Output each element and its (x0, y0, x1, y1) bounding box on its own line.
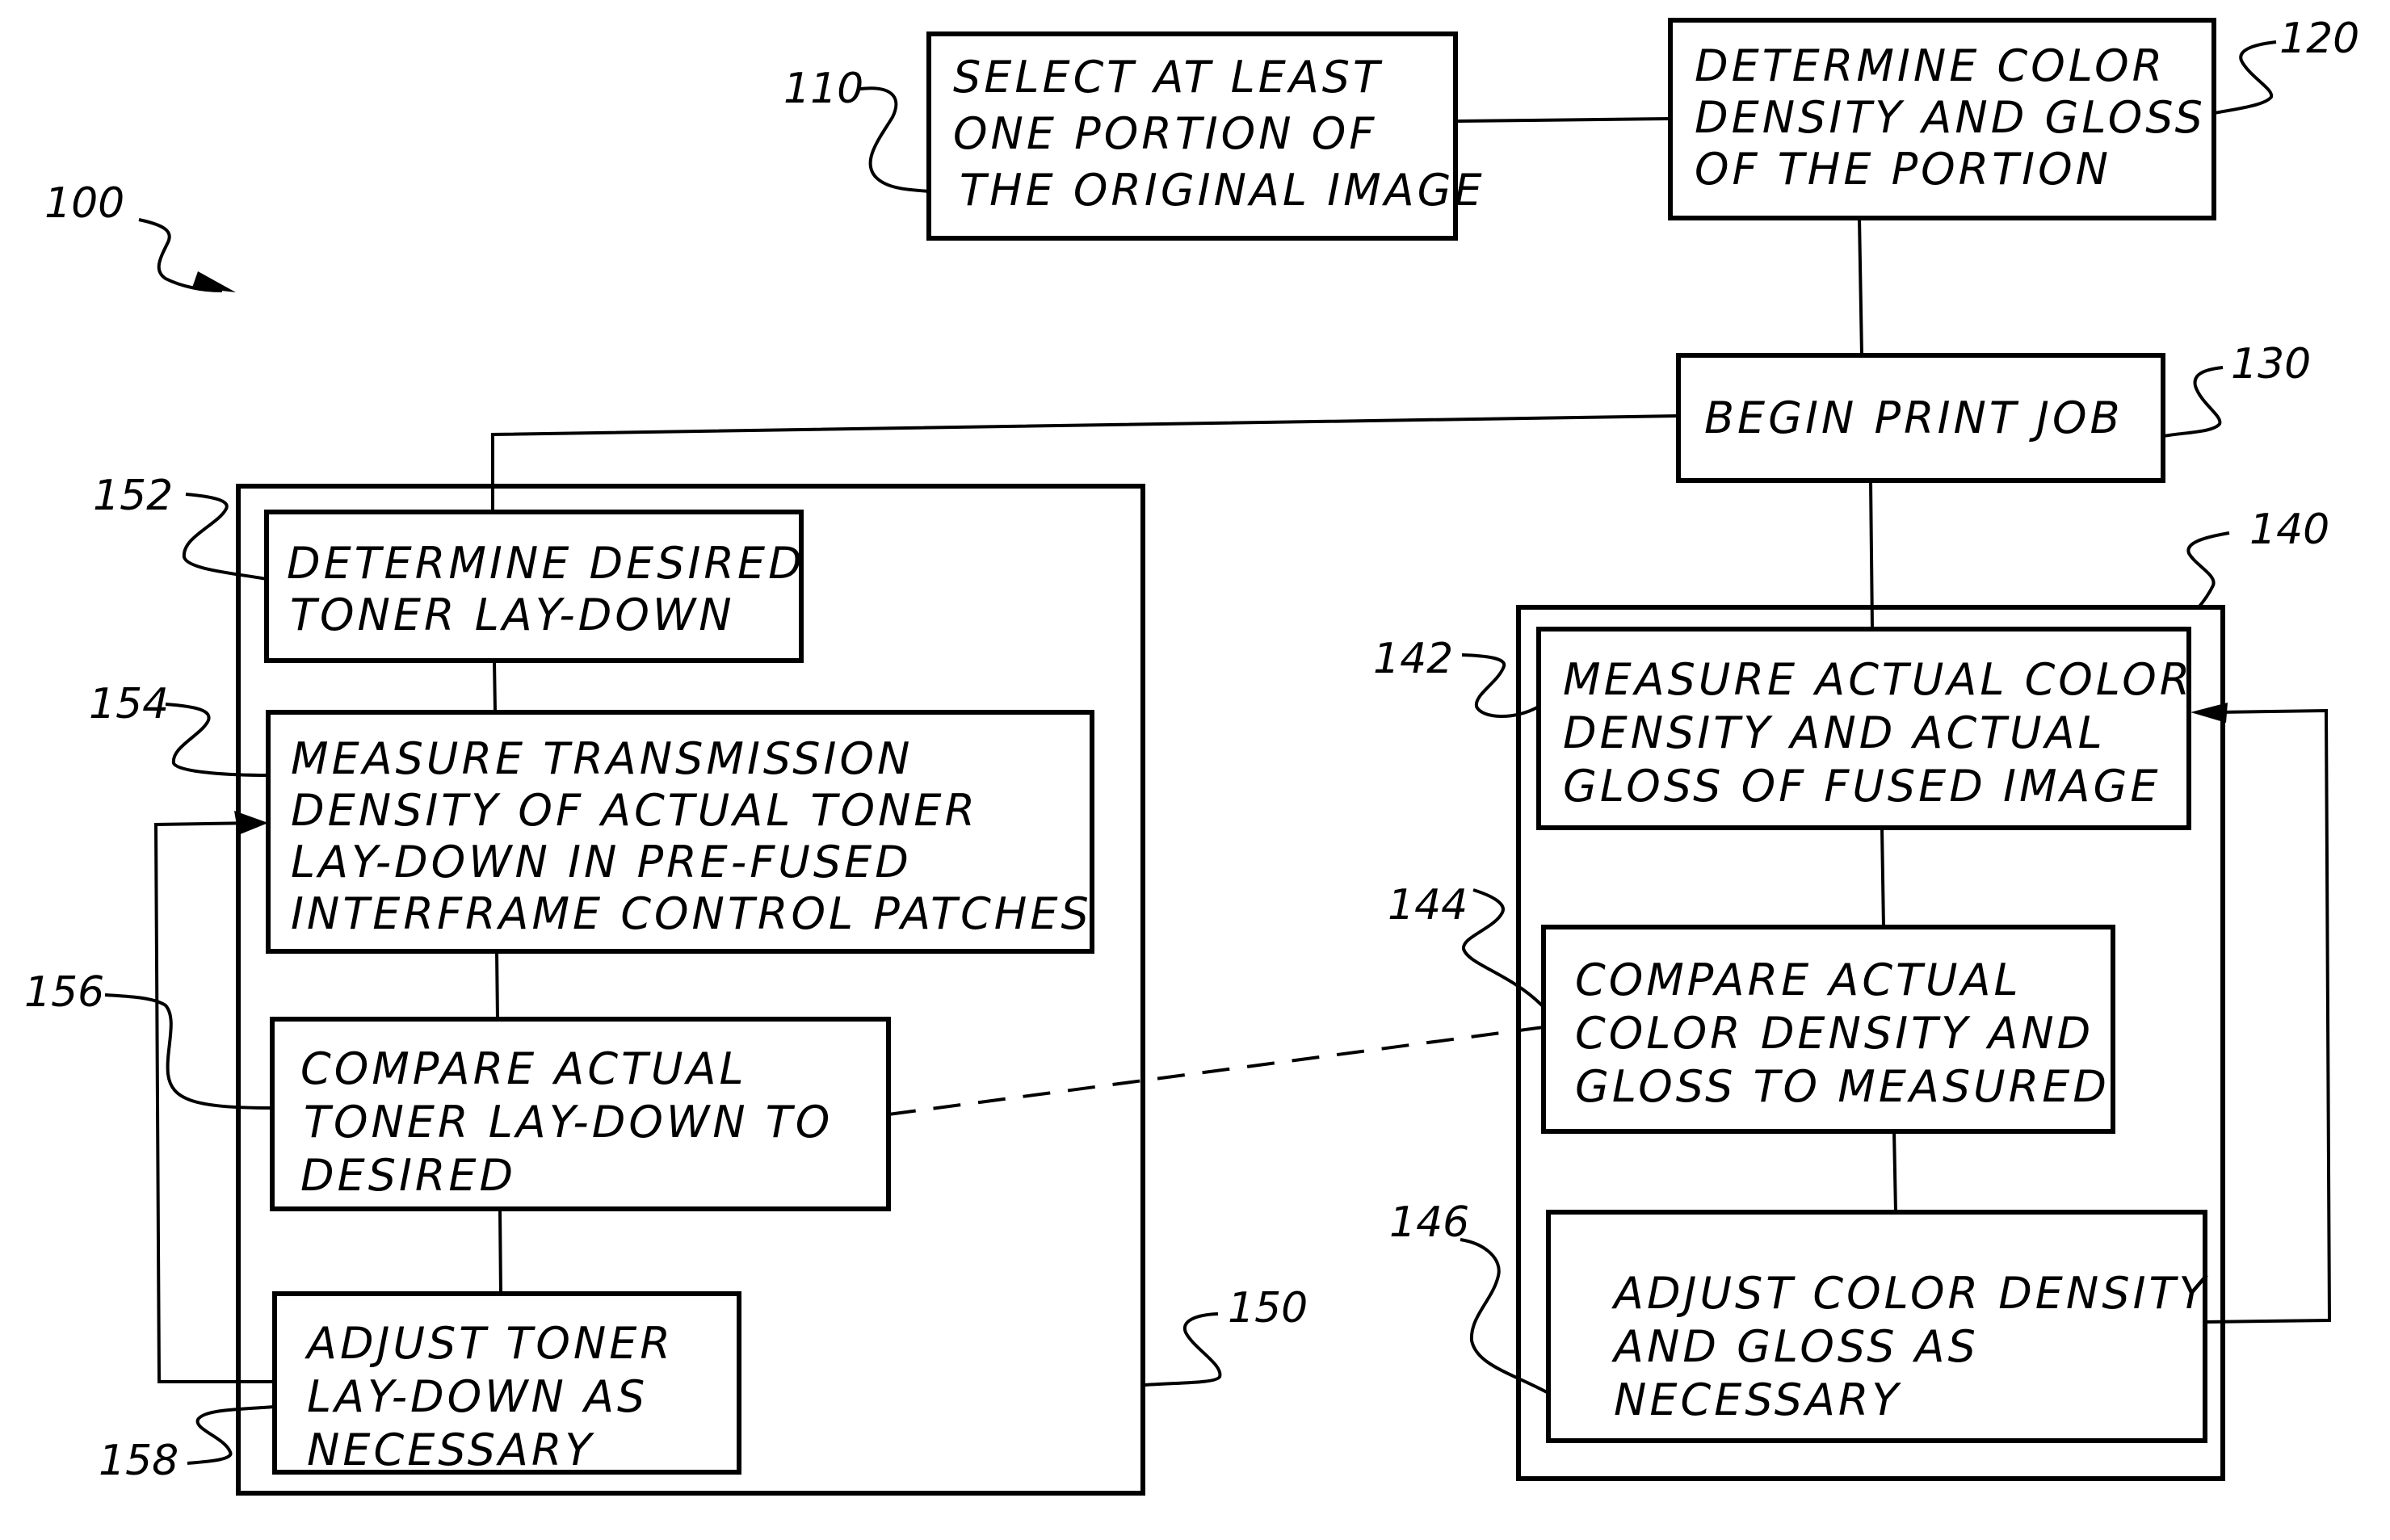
connector-152-154 (493, 660, 497, 713)
ref-label-142: 142 (1373, 635, 1454, 683)
step-158-line-1: ADJUST TONER (307, 1318, 674, 1369)
step-144-line-3: GLOSS TO MEASURED (1575, 1061, 2110, 1112)
step-146-line-1: ADJUST COLOR DENSITY (1614, 1268, 2209, 1319)
step-158-line-2: LAY-DOWN AS (307, 1371, 649, 1422)
step-110-line-3: THE ORIGINAL IMAGE (960, 165, 1485, 216)
dashed-link-156-144 (888, 1026, 1544, 1116)
leader-144 (1462, 888, 1545, 1009)
step-110-line-1: SELECT AT LEAST (953, 52, 1384, 103)
leader-120 (2213, 40, 2277, 115)
step-154-line-4: INTERFRAME CONTROL PATCHES (291, 888, 1092, 939)
step-146-line-3: NECESSARY (1614, 1374, 1902, 1425)
leader-156 (104, 993, 273, 1110)
connector-142-144 (1880, 827, 1885, 928)
leader-142 (1461, 653, 1539, 718)
step-156-line-3: DESIRED (300, 1150, 517, 1201)
connector-154-156 (495, 950, 499, 1020)
leader-150 (1145, 1312, 1222, 1387)
step-158-line-3: NECESSARY (307, 1425, 595, 1475)
leader-152 (182, 493, 267, 581)
leader-110 (859, 86, 930, 193)
leader-146 (1460, 1238, 1549, 1395)
step-156-line-1: COMPARE ACTUAL (300, 1043, 747, 1094)
feedback-loop-158-to-154 (153, 821, 275, 1383)
ref-label-150: 150 (1228, 1284, 1308, 1332)
step-120-line-1: DETERMINE COLOR (1695, 40, 2166, 91)
ref-label-152: 152 (93, 472, 174, 520)
leader-140 (2186, 531, 2230, 609)
ref-label-130: 130 (2231, 340, 2312, 388)
arrowhead-into-154 (234, 811, 268, 835)
step-156-line-2: TONER LAY-DOWN TO (304, 1097, 834, 1148)
step-154-line-2: DENSITY OF ACTUAL TONER (291, 785, 979, 836)
step-144-line-1: COMPARE ACTUAL (1575, 955, 2022, 1005)
ref-label-146: 146 (1389, 1198, 1470, 1247)
connector-120-130 (1858, 217, 1863, 356)
step-110-line-2: ONE PORTION OF (953, 108, 1378, 159)
step-142-line-3: GLOSS OF FUSED IMAGE (1563, 761, 2161, 812)
leader-154 (165, 703, 269, 777)
ref-label-156: 156 (24, 968, 105, 1017)
connector-110-120 (1455, 117, 1671, 123)
step-152-line-2: TONER LAY-DOWN (290, 590, 735, 640)
connector-130-152 (491, 414, 1679, 512)
step-130-line-1: BEGIN PRINT JOB (1704, 392, 2123, 443)
step-142-line-2: DENSITY AND ACTUAL (1563, 707, 2106, 758)
connector-130-140 (1869, 480, 1874, 630)
ref-label-120: 120 (2279, 15, 2360, 63)
ref-label-158: 158 (99, 1437, 179, 1485)
ref-label-110: 110 (783, 65, 864, 113)
ref-label-154: 154 (89, 680, 170, 728)
ref-label-140: 140 (2249, 506, 2330, 554)
step-142-line-1: MEASURE ACTUAL COLOR (1563, 654, 2194, 705)
leader-130 (2162, 366, 2224, 438)
step-146-line-2: AND GLOSS AS (1614, 1321, 1979, 1372)
connector-156-158 (498, 1208, 502, 1295)
connector-144-146 (1892, 1131, 1897, 1213)
step-120-line-2: DENSITY AND GLOSS (1695, 92, 2206, 143)
arrowhead-into-142 (2190, 703, 2228, 723)
step-154-line-1: MEASURE TRANSMISSION (291, 733, 914, 784)
ref-label-144: 144 (1388, 881, 1468, 929)
step-152-line-1: DETERMINE DESIRED (287, 538, 805, 589)
step-144-line-2: COLOR DENSITY AND (1575, 1008, 2094, 1059)
figure-reference-label: 100 (44, 179, 125, 228)
leader-158 (187, 1405, 275, 1465)
step-154-line-3: LAY-DOWN IN PRE-FUSED (291, 837, 912, 887)
step-120-line-3: OF THE PORTION (1695, 144, 2112, 195)
